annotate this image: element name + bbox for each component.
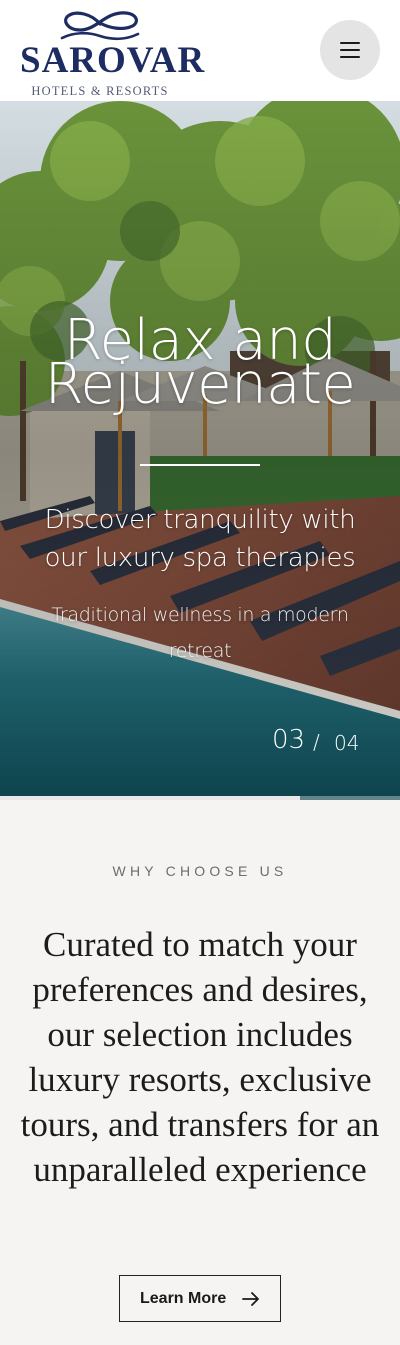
hero-background-image	[0, 101, 400, 800]
section-statement: Curated to match your preferences and de…	[20, 925, 380, 1189]
hamburger-icon-line	[340, 49, 360, 51]
learn-more-label: Learn More	[140, 1290, 227, 1307]
section-eyebrow: WHY CHOOSE US	[112, 863, 288, 879]
hero-description: Traditional wellness in a modern retreat	[51, 604, 349, 662]
sarovar-logo[interactable]: SAROVAR HOTELS & RESORTS	[20, 10, 206, 98]
infinity-emblem-icon	[60, 11, 140, 41]
hamburger-icon	[340, 42, 360, 44]
slide-total: 04	[334, 731, 360, 755]
learn-more-button[interactable]: Learn More	[119, 1275, 281, 1322]
slide-counter: 03 / 04	[250, 722, 370, 758]
hero-title: Relax and Rejuvenate	[44, 308, 356, 417]
logo-tagline: HOTELS & RESORTS	[31, 84, 169, 98]
hero-slider[interactable]: Relax and Rejuvenate Discover tranquilit…	[0, 101, 400, 800]
menu-button[interactable]	[320, 20, 380, 80]
hero-divider	[140, 464, 260, 466]
slide-separator: /	[313, 730, 320, 754]
hamburger-icon-line	[340, 56, 360, 58]
hero-subtitle: Discover tranquility with our luxury spa…	[44, 505, 356, 573]
arrow-right-icon	[242, 1292, 259, 1306]
slide-progress-bar	[0, 796, 400, 800]
logo-wordmark: SAROVAR	[20, 40, 206, 81]
slide-progress-fill	[0, 796, 300, 800]
slide-current: 03	[272, 725, 306, 755]
site-header: SAROVAR HOTELS & RESORTS	[0, 0, 400, 101]
